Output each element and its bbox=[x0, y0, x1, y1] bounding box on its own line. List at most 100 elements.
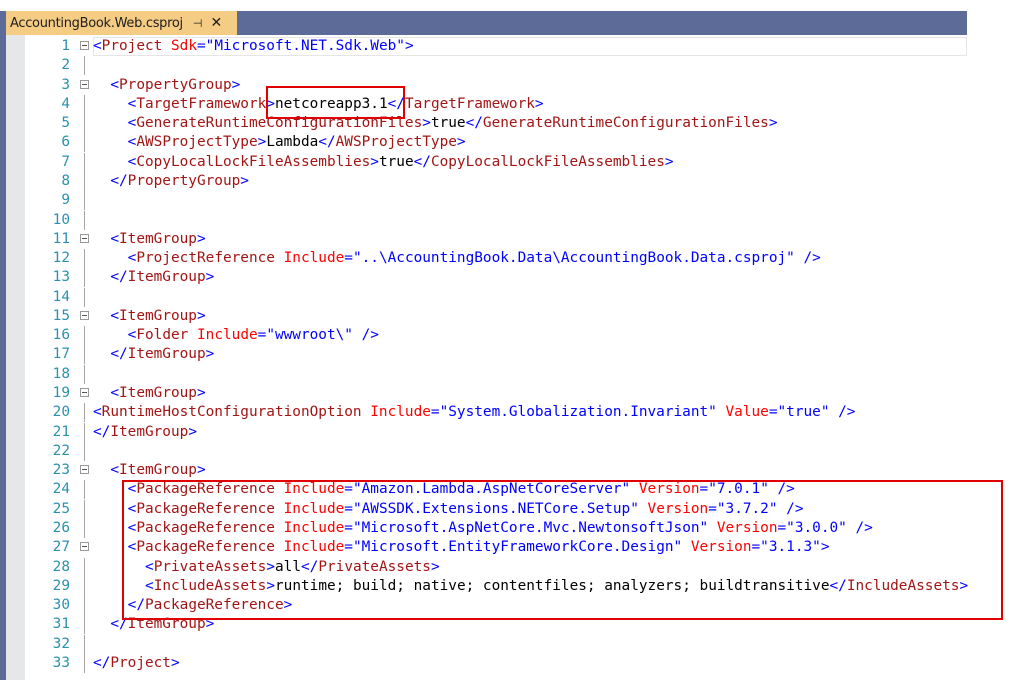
token-element: ProjectReference bbox=[136, 250, 275, 267]
line-number: 20 bbox=[52, 404, 70, 421]
token-delimiter: > bbox=[205, 346, 215, 363]
token-delimiter: " bbox=[708, 404, 726, 421]
token-attribute: Include bbox=[370, 404, 431, 421]
document-tab[interactable]: AccountingBook.Web.csproj ⊣ ✕ bbox=[6, 11, 237, 35]
token-delimiter: > bbox=[196, 307, 206, 324]
fold-guide bbox=[84, 422, 85, 442]
code-line[interactable]: 3 <PropertyGroup> bbox=[6, 76, 967, 95]
fold-guide bbox=[84, 133, 85, 153]
code-line[interactable]: 16 <Folder Include="wwwroot\" /> bbox=[6, 326, 967, 346]
token-delimiter: > bbox=[768, 115, 778, 132]
line-number: 15 bbox=[52, 307, 70, 324]
fold-guide bbox=[84, 152, 85, 172]
line-number: 4 bbox=[61, 95, 70, 112]
code-line[interactable]: 9 bbox=[6, 191, 967, 211]
code-line[interactable]: 5 <GenerateRuntimeConfigurationFiles>true… bbox=[6, 114, 967, 134]
code-text: </ItemGroup> bbox=[93, 423, 197, 442]
token-delimiter: " /> bbox=[786, 250, 821, 267]
collapse-icon[interactable] bbox=[80, 465, 89, 475]
token-delimiter: > bbox=[240, 172, 249, 189]
line-number: 21 bbox=[52, 423, 70, 440]
token-element: CopyLocalLockFileAssemblies bbox=[430, 153, 665, 170]
token-element: Project bbox=[101, 38, 163, 54]
code-text: <GenerateRuntimeConfigurationFiles>true<… bbox=[128, 114, 778, 133]
code-line[interactable]: 32 bbox=[6, 634, 967, 654]
collapse-icon[interactable] bbox=[80, 233, 89, 243]
code-line[interactable]: 12 <ProjectReference Include="..\Accounti… bbox=[6, 249, 967, 269]
token-delimiter: > bbox=[196, 230, 206, 247]
line-number: 10 bbox=[52, 211, 70, 228]
line-number: 24 bbox=[52, 481, 70, 498]
code-line[interactable]: 4 <TargetFramework>netcoreapp3.1</TargetF… bbox=[6, 94, 967, 114]
fold-guide bbox=[84, 94, 85, 114]
fold-guide bbox=[84, 576, 85, 596]
collapse-icon[interactable] bbox=[80, 542, 89, 552]
code-line[interactable]: 8 </PropertyGroup> bbox=[6, 171, 967, 191]
close-icon[interactable]: ✕ bbox=[210, 15, 222, 31]
token-delimiter: </ bbox=[93, 654, 111, 671]
fold-guide bbox=[84, 653, 85, 673]
code-line[interactable]: 13 </ItemGroup> bbox=[6, 268, 967, 288]
token-delimiter: </ bbox=[110, 269, 128, 286]
line-number: 16 bbox=[52, 327, 70, 344]
code-line[interactable]: 17 </ItemGroup> bbox=[6, 345, 967, 365]
token-delimiter: > bbox=[456, 134, 466, 151]
code-line[interactable]: 2 bbox=[6, 56, 967, 76]
collapse-icon[interactable] bbox=[80, 41, 89, 50]
code-line[interactable]: 19 <ItemGroup> bbox=[6, 384, 967, 403]
token-delimiter: < bbox=[110, 385, 119, 402]
code-line[interactable]: 7 <CopyLocalLockFileAssemblies>true</Copy… bbox=[6, 152, 967, 172]
token-attribute: Include bbox=[197, 327, 258, 344]
token-delimiter: > bbox=[231, 76, 241, 93]
token-element: ItemGroup bbox=[119, 307, 197, 324]
code-line[interactable]: 14 bbox=[6, 287, 967, 307]
code-text: <PropertyGroup> bbox=[110, 76, 240, 95]
collapse-icon[interactable] bbox=[80, 310, 89, 320]
token-element: ItemGroup bbox=[110, 423, 189, 440]
token-delimiter: > bbox=[196, 385, 206, 402]
line-number: 12 bbox=[52, 250, 70, 267]
token-delimiter: > bbox=[257, 134, 267, 151]
collapse-icon[interactable] bbox=[80, 79, 89, 89]
token-attribute: Sdk bbox=[171, 38, 197, 54]
collapse-icon[interactable] bbox=[80, 388, 89, 398]
code-line[interactable]: 33 </Project> bbox=[6, 653, 967, 673]
code-line[interactable]: 23 <ItemGroup> bbox=[6, 461, 967, 480]
token-element: AWSProjectType bbox=[335, 134, 457, 151]
token-delimiter: </ bbox=[93, 423, 111, 440]
code-line[interactable]: 10 bbox=[6, 210, 967, 230]
fold-guide bbox=[84, 287, 85, 307]
fold-guide bbox=[84, 634, 85, 654]
token-delimiter: =" bbox=[768, 404, 787, 421]
token-text: Lambda bbox=[266, 134, 319, 151]
line-number: 33 bbox=[52, 654, 70, 671]
code-line[interactable]: 1 <Project Sdk="Microsoft.NET.Sdk.Web"> bbox=[6, 37, 967, 56]
token-value: true bbox=[786, 404, 821, 421]
fold-guide bbox=[84, 557, 85, 577]
code-text: <ProjectReference Include="..\Accounting… bbox=[128, 249, 821, 268]
token-element: Folder bbox=[136, 327, 189, 344]
code-line[interactable]: 11 <ItemGroup> bbox=[6, 230, 967, 249]
line-number: 27 bbox=[52, 539, 70, 556]
code-line[interactable]: 20 <RuntimeHostConfigurationOption Includ… bbox=[6, 403, 967, 423]
token-element: CopyLocalLockFileAssemblies bbox=[136, 153, 371, 170]
line-number: 22 bbox=[52, 442, 70, 459]
code-text: <ItemGroup> bbox=[110, 461, 205, 480]
code-line[interactable]: 22 bbox=[6, 441, 967, 461]
code-line[interactable]: 15 <ItemGroup> bbox=[6, 307, 967, 326]
code-editor[interactable]: 1 <Project Sdk="Microsoft.NET.Sdk.Web"> 2 3… bbox=[6, 35, 1003, 680]
tab-title: AccountingBook.Web.csproj bbox=[10, 15, 183, 31]
code-line[interactable]: 18 bbox=[6, 364, 967, 384]
token-element: RuntimeHostConfigurationOption bbox=[101, 404, 362, 421]
token-delimiter: > bbox=[188, 423, 197, 440]
fold-guide bbox=[84, 268, 85, 288]
code-line[interactable]: 21 </ItemGroup> bbox=[6, 422, 967, 442]
pin-icon[interactable]: ⊣ bbox=[193, 17, 203, 30]
token-delimiter: " /> bbox=[820, 404, 856, 421]
code-line[interactable]: 6 <AWSProjectType>Lambda</AWSProjectType> bbox=[6, 133, 967, 153]
highlight-box-package-references bbox=[122, 480, 1003, 620]
token-delimiter: > bbox=[664, 153, 674, 170]
token-delimiter: > bbox=[370, 153, 379, 170]
